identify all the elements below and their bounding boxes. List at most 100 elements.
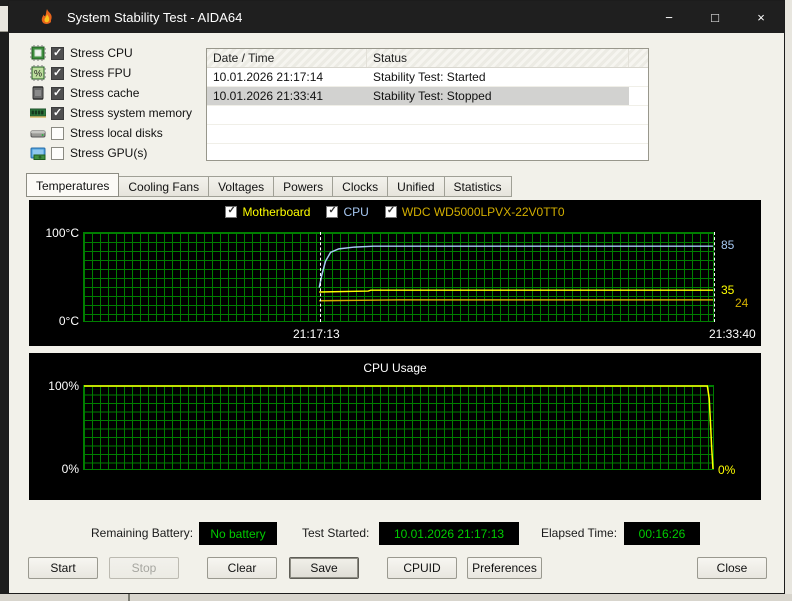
stress-row-cache: Stress cache: [29, 83, 192, 103]
maximize-icon[interactable]: □: [692, 1, 738, 33]
usage-axis-min-label: 0%: [29, 462, 79, 476]
memory-icon: [29, 105, 46, 121]
cpu-icon: [29, 45, 46, 61]
background-window-left-edge: [0, 0, 8, 601]
desktop-bottom-strip: [0, 594, 792, 601]
legend-wdc-label: WDC WD5000LPVX-22V0TT0: [402, 205, 565, 219]
temp-end-time-label: 21:33:40: [709, 327, 756, 341]
tab-strip: Temperatures Cooling Fans Voltages Power…: [26, 173, 512, 197]
temperature-legend: Motherboard CPU WDC WD5000LPVX-22V0TT0: [29, 205, 761, 219]
legend-wdc-checkbox[interactable]: [385, 206, 397, 218]
legend-cpu-checkbox[interactable]: [326, 206, 338, 218]
close-icon[interactable]: ×: [738, 1, 784, 33]
log-status-cell: Stability Test: Started: [367, 68, 629, 86]
test-started-value-box: 10.01.2026 21:17:13: [379, 522, 519, 545]
stress-row-fpu: % Stress FPU: [29, 63, 192, 83]
temp-start-time-label: 21:17:13: [293, 327, 340, 341]
window-title: System Stability Test - AIDA64: [67, 10, 242, 25]
stress-row-memory: Stress system memory: [29, 103, 192, 123]
temperature-chart-panel: Motherboard CPU WDC WD5000LPVX-22V0TT0 1…: [29, 200, 761, 346]
wdc-current-value: 24: [735, 296, 748, 310]
temp-axis-min-label: 0°C: [29, 314, 79, 328]
cpu-usage-title: CPU Usage: [29, 361, 761, 375]
tab-temperatures[interactable]: Temperatures: [26, 173, 119, 197]
stress-row-gpu: Stress GPU(s): [29, 143, 192, 163]
battery-label: Remaining Battery:: [91, 526, 193, 540]
column-header-spacer: [629, 49, 648, 67]
log-status-cell: Stability Test: Stopped: [367, 87, 629, 105]
stress-cache-checkbox[interactable]: [51, 87, 64, 100]
cpu-usage-chart-panel: CPU Usage 100% 0% 0%: [29, 353, 761, 500]
table-row-empty: [207, 125, 648, 144]
stress-fpu-checkbox[interactable]: [51, 67, 64, 80]
elapsed-time-value-box: 00:16:26: [624, 522, 700, 545]
stress-memory-checkbox[interactable]: [51, 107, 64, 120]
table-row-selected[interactable]: 10.01.2026 21:33:41 Stability Test: Stop…: [207, 87, 648, 106]
disk-icon: [29, 125, 46, 141]
gpu-icon: [29, 145, 46, 161]
background-window-right-edge: [784, 0, 792, 601]
tab-voltages[interactable]: Voltages: [209, 176, 274, 197]
table-row[interactable]: 10.01.2026 21:17:14 Stability Test: Star…: [207, 68, 648, 87]
window-controls: − □ ×: [646, 1, 784, 33]
clear-button[interactable]: Clear: [207, 557, 277, 579]
column-header-status[interactable]: Status: [367, 49, 629, 67]
table-row-empty: [207, 106, 648, 125]
tab-clocks[interactable]: Clocks: [333, 176, 388, 197]
motherboard-current-value: 35: [721, 283, 734, 297]
stress-gpu-checkbox[interactable]: [51, 147, 64, 160]
cache-icon: [29, 85, 46, 101]
start-button[interactable]: Start: [28, 557, 98, 579]
tab-statistics[interactable]: Statistics: [445, 176, 512, 197]
legend-item-cpu: CPU: [326, 205, 368, 219]
stress-row-cpu: Stress CPU: [29, 43, 192, 63]
test-end-marker: [714, 232, 715, 322]
stress-disks-checkbox[interactable]: [51, 127, 64, 140]
temp-axis-max-label: 100°C: [29, 226, 79, 240]
usage-plot-grid: [83, 385, 714, 470]
event-log-table: Date / Time Status 10.01.2026 21:17:14 S…: [206, 48, 649, 161]
battery-value-box: No battery: [199, 522, 277, 545]
stress-gpu-label: Stress GPU(s): [70, 146, 147, 160]
column-header-datetime[interactable]: Date / Time: [207, 49, 367, 67]
save-button[interactable]: Save: [289, 557, 359, 579]
legend-cpu-label: CPU: [343, 205, 368, 219]
background-window-fragment: [0, 6, 8, 32]
legend-item-wdc: WDC WD5000LPVX-22V0TT0: [385, 205, 565, 219]
titlebar: System Stability Test - AIDA64 − □ ×: [9, 1, 784, 33]
legend-motherboard-checkbox[interactable]: [225, 206, 237, 218]
stress-disks-label: Stress local disks: [70, 126, 163, 140]
screenshot-root: System Stability Test - AIDA64 − □ × Str…: [0, 0, 792, 601]
usage-axis-max-label: 100%: [29, 379, 79, 393]
table-row-empty: [207, 144, 648, 163]
test-start-marker: [320, 232, 321, 322]
minimize-icon[interactable]: −: [646, 1, 692, 33]
test-started-label: Test Started:: [302, 526, 369, 540]
tab-powers[interactable]: Powers: [274, 176, 333, 197]
aida64-flame-icon: [37, 7, 57, 27]
status-bar: Remaining Battery: No battery Test Start…: [9, 522, 784, 546]
tab-unified[interactable]: Unified: [388, 176, 444, 197]
cpuid-button[interactable]: CPUID: [387, 557, 457, 579]
stress-cpu-label: Stress CPU: [70, 46, 133, 60]
temperature-plot-grid: [83, 232, 714, 322]
legend-motherboard-label: Motherboard: [242, 205, 310, 219]
tab-cooling-fans[interactable]: Cooling Fans: [119, 176, 209, 197]
svg-text:%: %: [33, 69, 41, 79]
stop-button: Stop: [109, 557, 179, 579]
log-datetime-cell: 10.01.2026 21:33:41: [207, 87, 367, 105]
usage-current-value: 0%: [718, 463, 735, 477]
cpu-current-value: 85: [721, 238, 734, 252]
fpu-icon: %: [29, 65, 46, 81]
elapsed-time-label: Elapsed Time:: [541, 526, 617, 540]
stress-cpu-checkbox[interactable]: [51, 47, 64, 60]
aida64-stability-test-window: System Stability Test - AIDA64 − □ × Str…: [8, 0, 785, 594]
stress-memory-label: Stress system memory: [70, 106, 192, 120]
stress-row-disks: Stress local disks: [29, 123, 192, 143]
stress-cache-label: Stress cache: [70, 86, 139, 100]
preferences-button[interactable]: Preferences: [467, 557, 542, 579]
close-button[interactable]: Close: [697, 557, 767, 579]
log-datetime-cell: 10.01.2026 21:17:14: [207, 68, 367, 86]
usage-series-line: [84, 386, 713, 469]
temperature-series-lines: [84, 233, 713, 321]
